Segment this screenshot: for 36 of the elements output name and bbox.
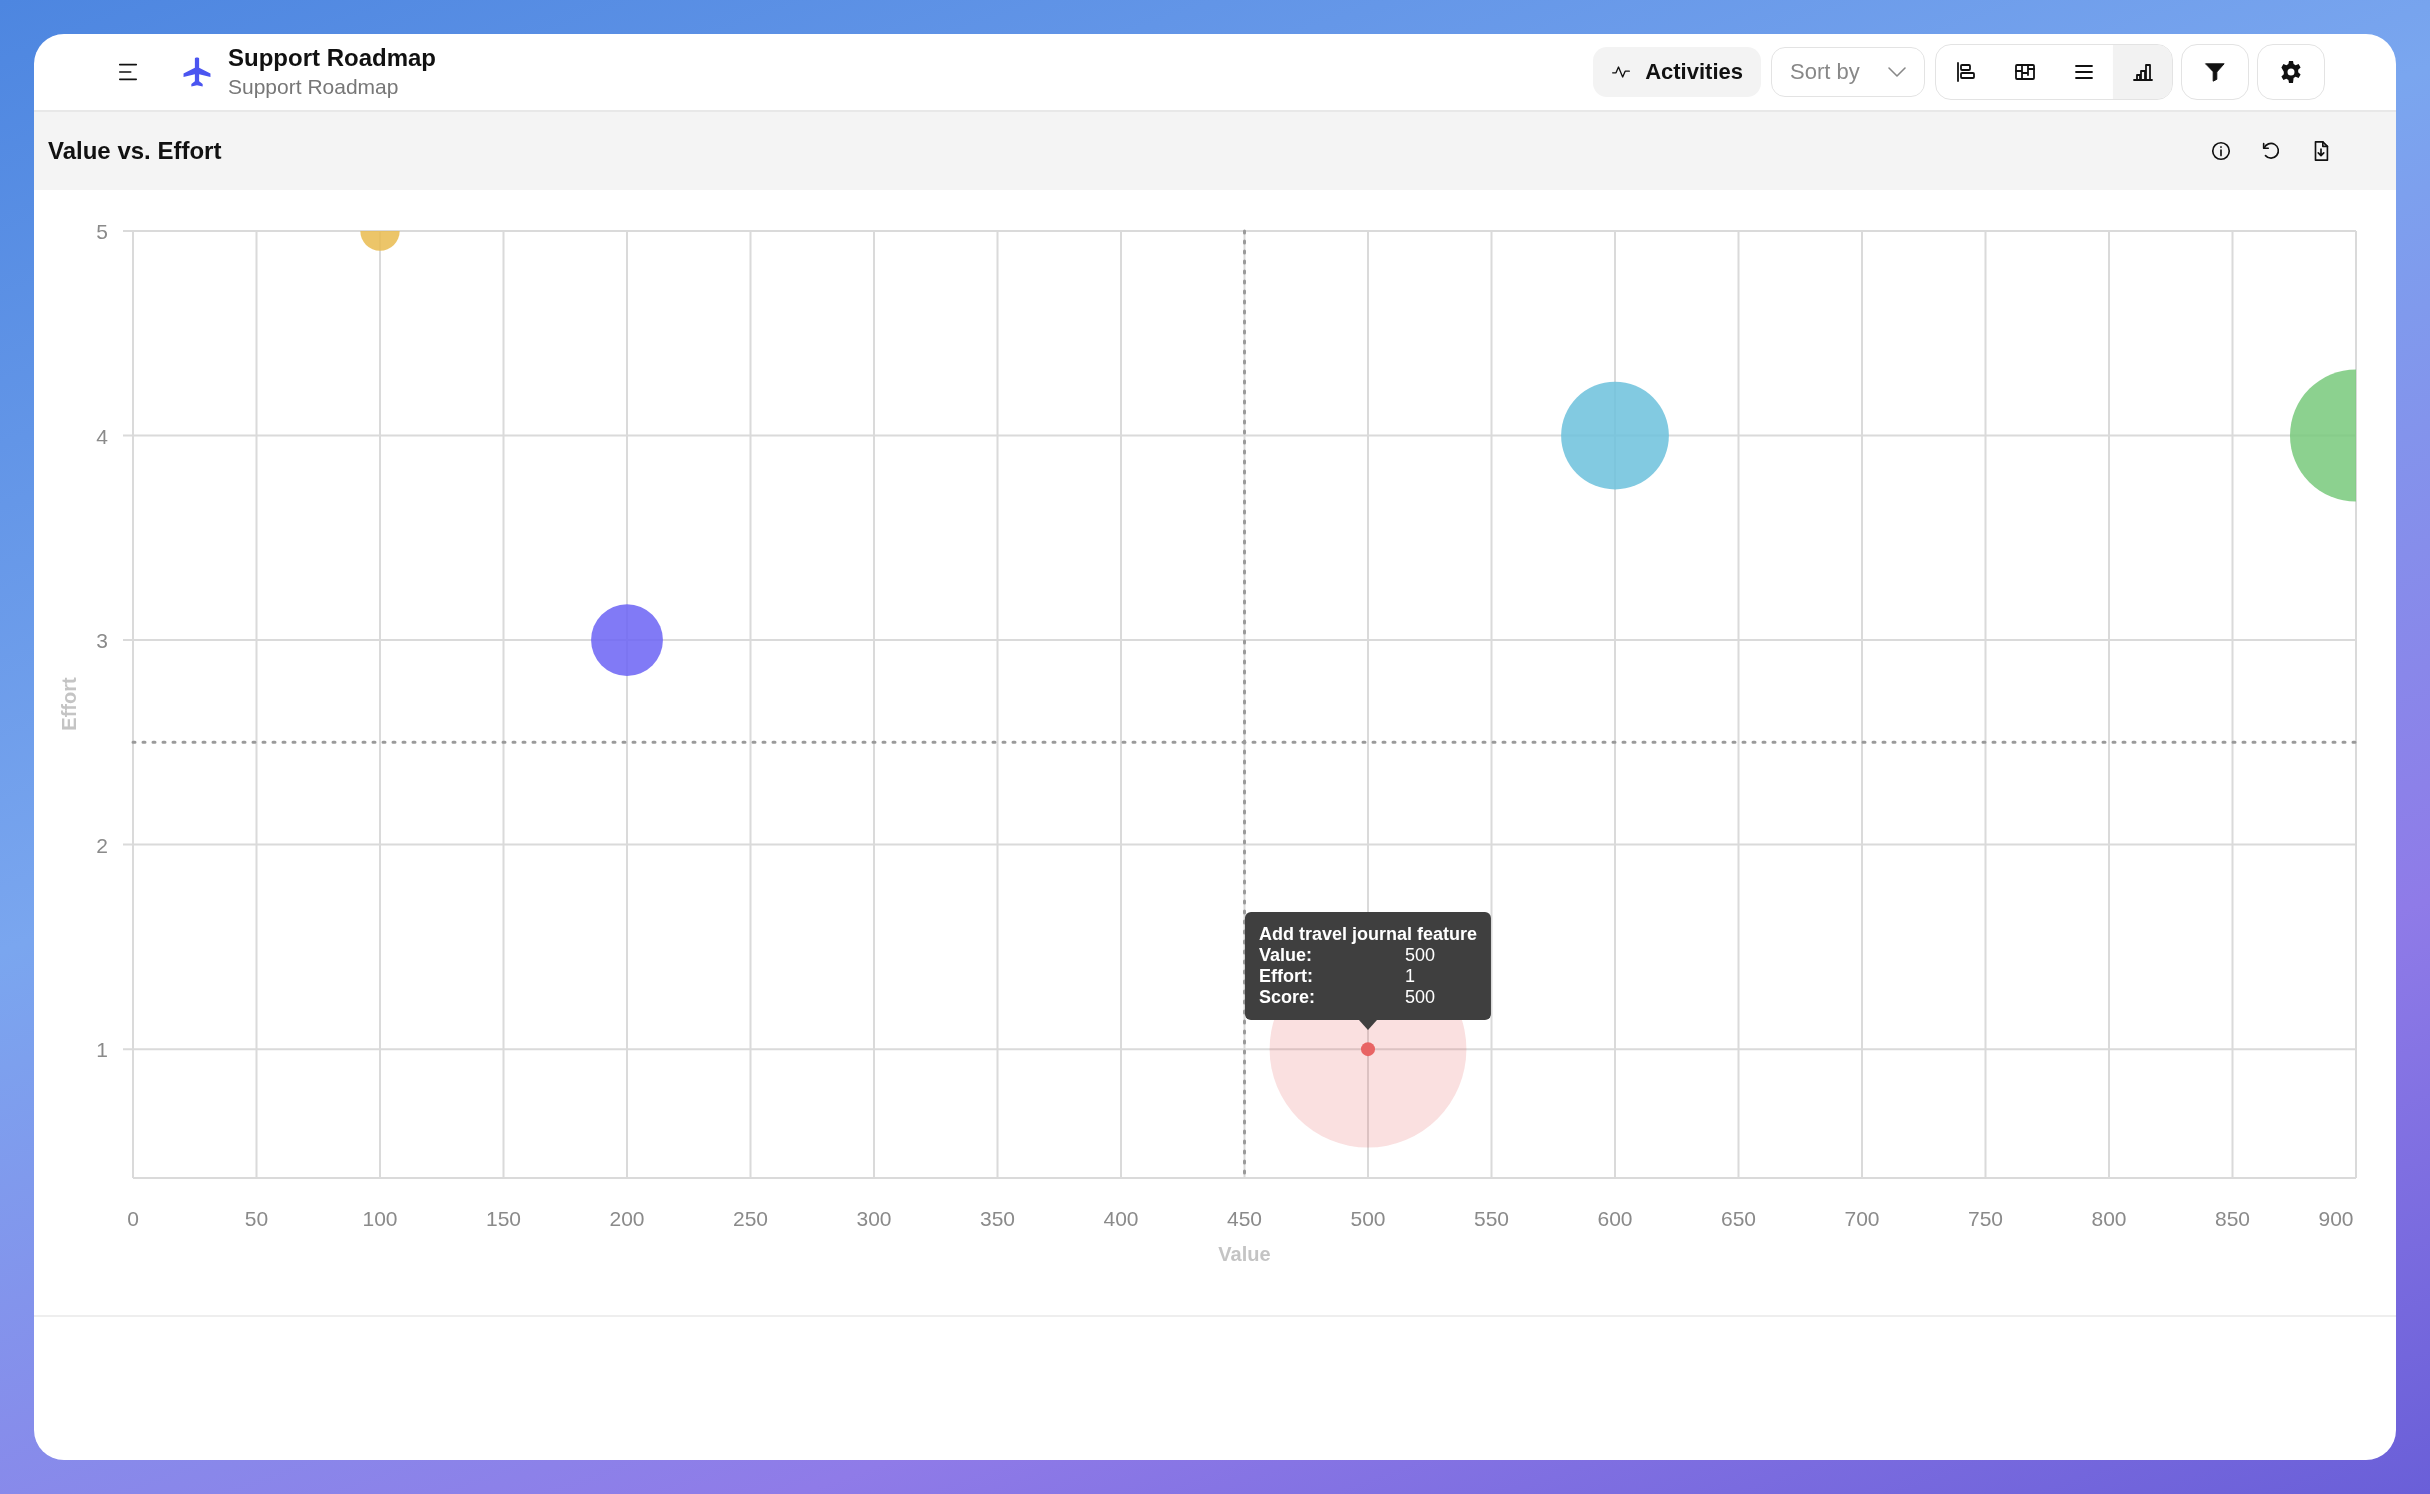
axis-tick-label: 900 [2318, 1207, 2354, 1230]
axis-tick-label: 200 [609, 1207, 645, 1230]
axis-tick-label: 300 [856, 1207, 892, 1230]
tooltip-value: 500 [1404, 945, 1436, 967]
tooltip-label: Effort: [1258, 966, 1314, 988]
tooltip-value: 500 [1404, 987, 1436, 1009]
axis-tick-label: 450 [1227, 1207, 1262, 1230]
axis-tick-label: 800 [2091, 1207, 2127, 1230]
axis-tick-label: 500 [1350, 1207, 1386, 1230]
tooltip-label: Score: [1258, 987, 1316, 1009]
axis-tick-label: 5 [96, 220, 108, 243]
axis-tick-label: 0 [127, 1207, 139, 1230]
axis-tick-label: 600 [1597, 1207, 1633, 1230]
axis-tick-label: 1 [96, 1038, 108, 1062]
axis-tick-label: 100 [362, 1207, 398, 1230]
axis-tick-label: 50 [244, 1207, 269, 1230]
axis-tick-label: 150 [486, 1207, 521, 1230]
axis-tick-label: 250 [733, 1207, 768, 1230]
tooltip-value: 1 [1404, 966, 1416, 988]
axis-title: Effort [58, 677, 80, 731]
app-subtitle: Support Roadmap [228, 74, 400, 100]
axis-tick-label: 850 [2215, 1207, 2250, 1230]
app-title: Support Roadmap [228, 43, 436, 73]
tooltip-label: Value: [1258, 945, 1313, 967]
axis-tick-label: 750 [1968, 1207, 2003, 1230]
axis-tick-label: 3 [96, 629, 108, 653]
panel-title: Value vs. Effort [48, 137, 222, 165]
axis-tick-label: 4 [96, 424, 108, 448]
axis-tick-label: 650 [1721, 1207, 1756, 1230]
axis-tick-label: 350 [980, 1207, 1015, 1230]
axis-tick-label: 2 [96, 833, 108, 857]
axis-tick-label: 550 [1474, 1207, 1509, 1230]
axis-tick-label: 700 [1844, 1207, 1880, 1230]
axis-title: Value [1218, 1243, 1271, 1265]
tooltip-title: Add travel journal feature [1258, 924, 1478, 946]
axis-tick-label: 400 [1103, 1207, 1139, 1230]
